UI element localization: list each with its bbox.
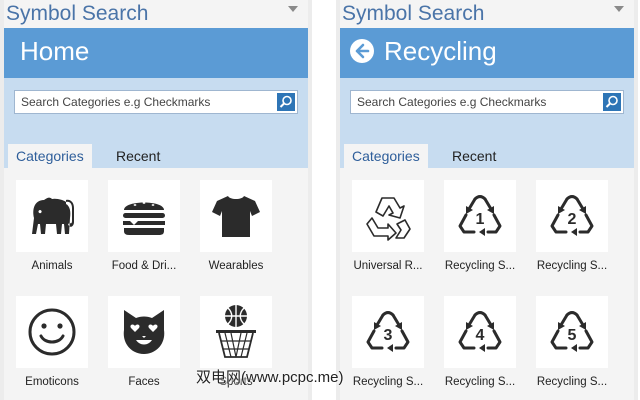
search-icon [279, 95, 292, 108]
tshirt-icon [212, 196, 260, 237]
recycling-3-icon: 3 [366, 311, 410, 352]
symbol-tile-recycling-3[interactable]: 3 Recycling S... [342, 284, 434, 392]
symbol-search-pane-recycling: Symbol Search Recycling Search Categorie… [336, 0, 638, 400]
universal-recycling-icon [366, 197, 411, 241]
tile-icon-box: 3 [352, 296, 424, 368]
tile-label: Wearables [208, 260, 264, 272]
recycling-4-icon: 4 [458, 311, 502, 352]
tile-icon-box: 4 [444, 296, 516, 368]
tab-bar: Categories Recent [340, 142, 634, 168]
symbol-grid: Universal R... 1 Recycling S... 2 Recycl… [340, 168, 634, 400]
symbol-tile-recycling-1[interactable]: 1 Recycling S... [434, 168, 526, 276]
search-area [340, 78, 634, 142]
burger-icon [123, 202, 165, 235]
smiley-icon [28, 308, 76, 356]
tile-label: Animals [31, 260, 73, 272]
category-tile-emoticons[interactable]: Emoticons [6, 284, 98, 392]
pane-menu-caret-icon[interactable] [288, 6, 298, 12]
tile-label: Emoticons [25, 376, 79, 388]
page-title: Recycling [384, 36, 497, 66]
recycling-number: 3 [384, 327, 393, 344]
page-header: Home [4, 28, 308, 78]
watermark-text: 双电网(www.pcpc.me) [196, 369, 344, 386]
tile-icon-box: 2 [536, 180, 608, 252]
tile-label: Recycling S... [444, 376, 516, 388]
pane-title: Symbol Search [6, 2, 149, 25]
pane-menu-caret-icon[interactable] [614, 6, 624, 12]
page-header: Recycling [340, 28, 634, 78]
tab-recent[interactable]: Recent [108, 144, 168, 168]
category-tile-animals[interactable]: Animals [6, 168, 98, 276]
search-box [350, 90, 624, 114]
search-input[interactable] [21, 91, 269, 113]
heart-eyes-cat-icon [123, 310, 165, 354]
tile-label: Recycling S... [536, 260, 608, 272]
search-area [4, 78, 308, 142]
tile-icon-box [352, 180, 424, 252]
symbol-tile-universal-recycling[interactable]: Universal R... [342, 168, 434, 276]
tile-icon-box [16, 296, 88, 368]
search-button[interactable] [277, 93, 295, 111]
recycling-number: 4 [476, 327, 485, 344]
recycling-number: 2 [568, 211, 577, 228]
tile-label: Recycling S... [444, 260, 516, 272]
tab-categories[interactable]: Categories [8, 144, 92, 168]
search-input[interactable] [357, 91, 595, 113]
basketball-hoop-icon [216, 305, 256, 358]
tile-label: Universal R... [353, 260, 423, 272]
tile-icon-box [108, 296, 180, 368]
tile-label: Food & Dri... [111, 260, 177, 272]
elephant-icon [32, 197, 74, 234]
tile-icon-box [200, 296, 272, 368]
tile-icon-box [200, 180, 272, 252]
recycling-2-icon: 2 [550, 195, 594, 236]
category-tile-wearables[interactable]: Wearables [190, 168, 282, 276]
tile-icon-box: 1 [444, 180, 516, 252]
page-title: Home [20, 36, 90, 66]
category-tile-faces[interactable]: Faces [98, 284, 190, 392]
tile-label: Recycling S... [536, 376, 608, 388]
search-icon [605, 95, 618, 108]
recycling-number: 1 [476, 211, 485, 228]
search-box [14, 90, 298, 114]
symbol-search-pane-home: Symbol Search Home Categories Recent [0, 0, 312, 400]
symbol-tile-recycling-4[interactable]: 4 Recycling S... [434, 284, 526, 392]
symbol-tile-recycling-5[interactable]: 5 Recycling S... [526, 284, 618, 392]
recycling-number: 5 [568, 327, 577, 344]
symbol-tile-recycling-2[interactable]: 2 Recycling S... [526, 168, 618, 276]
tab-recent[interactable]: Recent [444, 144, 504, 168]
pane-title: Symbol Search [342, 2, 485, 25]
tile-label: Faces [128, 376, 160, 388]
tile-label: Recycling S... [352, 376, 424, 388]
category-tile-food-and-drink[interactable]: Food & Dri... [98, 168, 190, 276]
tab-bar: Categories Recent [4, 142, 308, 168]
tab-categories[interactable]: Categories [344, 144, 428, 168]
recycling-1-icon: 1 [458, 195, 502, 236]
search-button[interactable] [603, 93, 621, 111]
tile-icon-box: 5 [536, 296, 608, 368]
back-arrow-icon [355, 43, 370, 59]
back-button[interactable] [350, 39, 374, 63]
recycling-5-icon: 5 [550, 311, 594, 352]
tile-icon-box [16, 180, 88, 252]
tile-icon-box [108, 180, 180, 252]
